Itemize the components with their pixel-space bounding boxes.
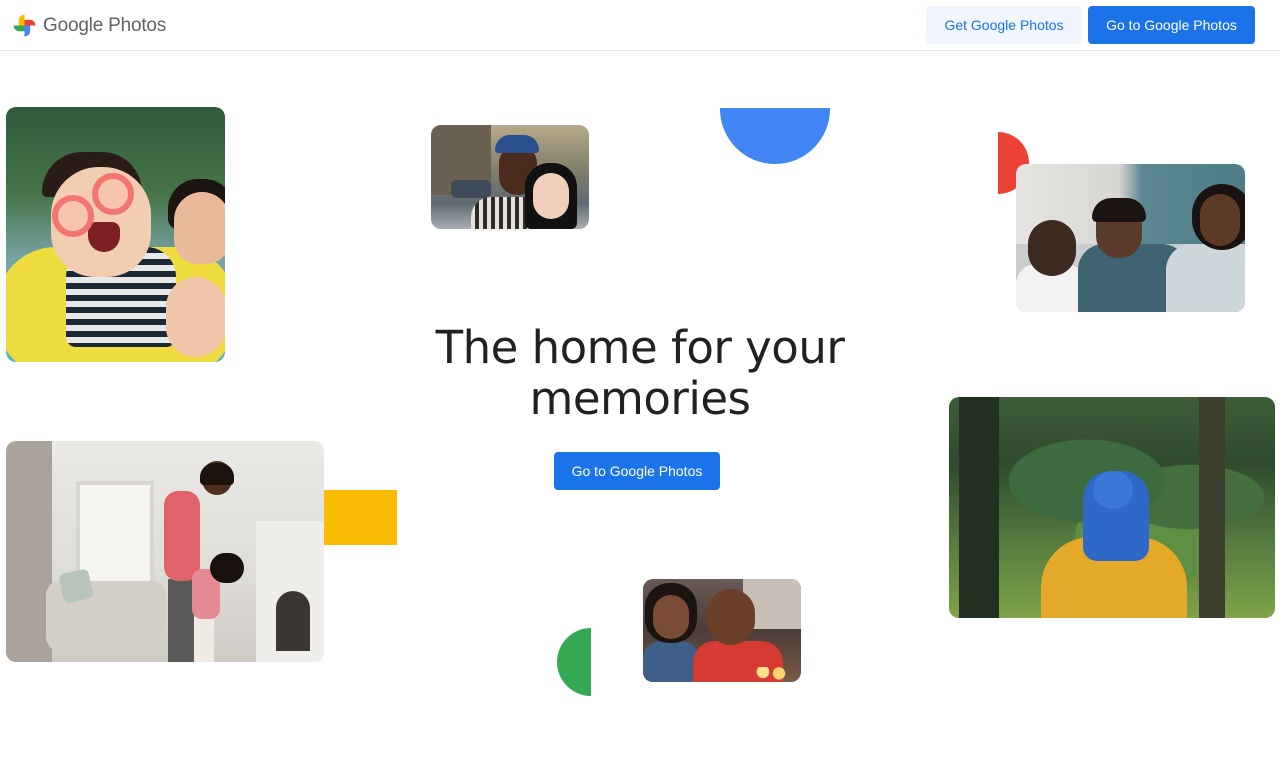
hero-title: The home for your memories xyxy=(435,321,845,425)
photo-couple-street xyxy=(431,125,589,229)
top-header: Google Photos Get Google Photos Go to Go… xyxy=(0,0,1280,51)
landing-page: Google Photos Get Google Photos Go to Go… xyxy=(0,0,1280,764)
photo-birthday-candles xyxy=(643,579,801,682)
yellow-quarter-circle-decoration xyxy=(323,490,397,545)
get-google-photos-button[interactable]: Get Google Photos xyxy=(926,6,1082,44)
photo-forest-shoulders xyxy=(949,397,1275,618)
photo-child-pink-glasses xyxy=(6,107,225,362)
hero-go-to-google-photos-button[interactable]: Go to Google Photos xyxy=(554,452,720,490)
google-photos-pinwheel-icon xyxy=(13,14,36,37)
photo-friends-laughing xyxy=(1016,164,1245,312)
photo-mother-daughter-living-room xyxy=(6,441,324,662)
green-half-circle-decoration xyxy=(557,628,591,696)
brand-name: Google Photos xyxy=(43,15,167,36)
go-to-google-photos-button[interactable]: Go to Google Photos xyxy=(1088,6,1255,44)
blue-half-circle-decoration xyxy=(720,108,830,164)
brand-link[interactable]: Google Photos xyxy=(12,13,166,38)
